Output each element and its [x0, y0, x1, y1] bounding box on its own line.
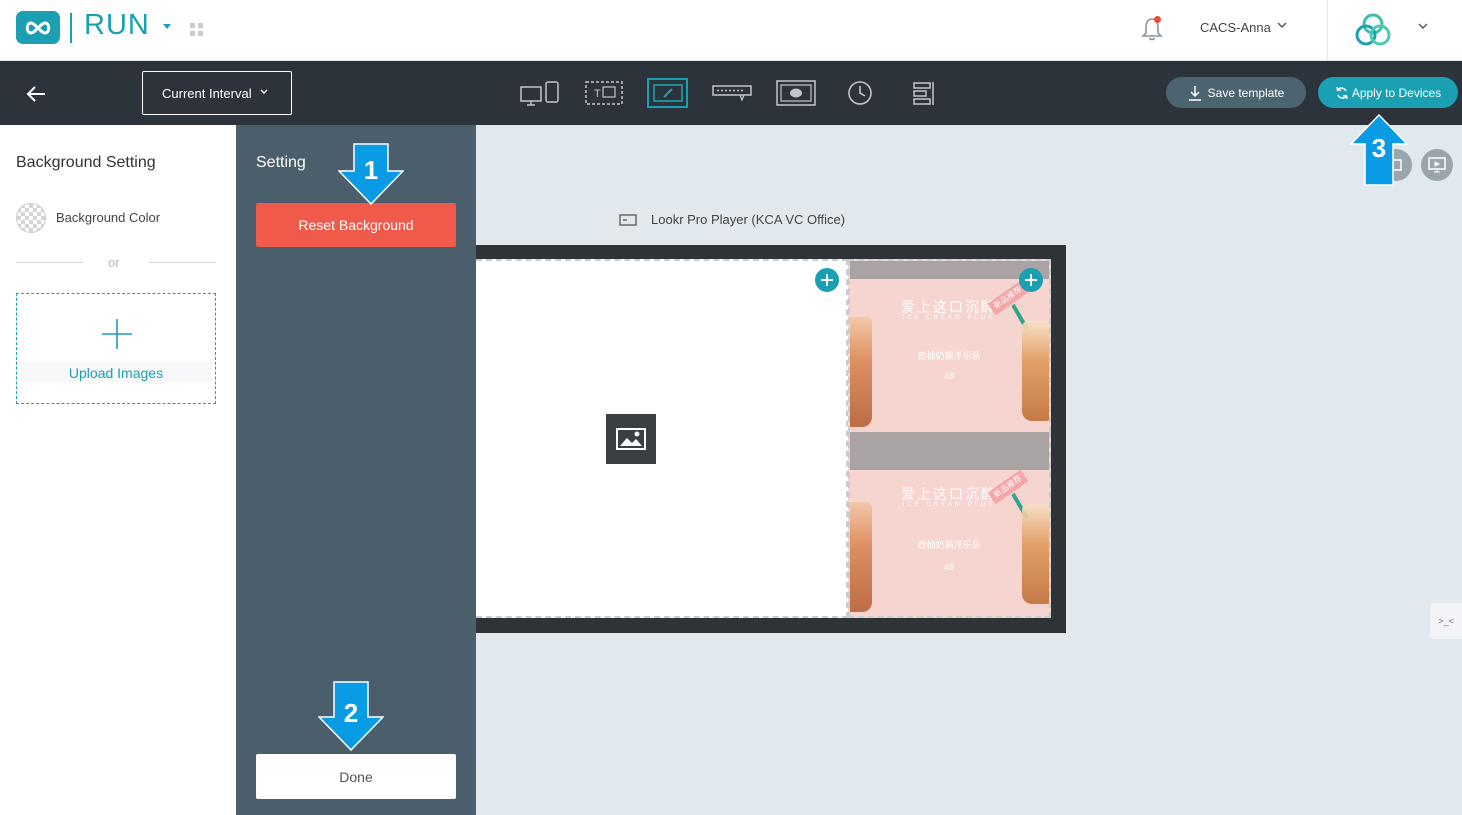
save-template-button[interactable]: Save template	[1166, 77, 1306, 108]
plus-icon	[1025, 274, 1037, 286]
background-edit-icon[interactable]	[647, 78, 688, 108]
divider-right	[149, 262, 216, 263]
chevron-down-icon	[260, 89, 268, 94]
marquee-icon[interactable]	[711, 78, 752, 108]
background-color-swatch[interactable]	[16, 203, 46, 233]
setting-title: Setting	[256, 154, 306, 171]
upload-images-label[interactable]: Upload Images	[20, 362, 212, 382]
drink-image-left	[850, 317, 872, 427]
background-color-label[interactable]: Background Color	[56, 210, 160, 225]
step-1-label: 1	[364, 155, 378, 185]
brand-chevron-down-icon[interactable]	[1417, 20, 1429, 32]
or-separator: or	[108, 255, 120, 270]
promo-subtitle: ICE CREAM PLUS	[902, 315, 996, 321]
brand-logo-icon[interactable]	[1352, 10, 1394, 50]
promo-product-name: 西柚奶霸浮乐朵	[917, 351, 981, 361]
user-chevron-down-icon[interactable]	[1276, 19, 1288, 31]
apps-grid-icon[interactable]	[190, 23, 203, 36]
interval-dropdown[interactable]: Current Interval	[142, 71, 292, 115]
step-1-arrow-icon: 1	[338, 143, 404, 205]
plus-icon	[821, 274, 833, 286]
infinity-logo-icon[interactable]	[16, 11, 60, 44]
player-device-icon	[619, 214, 637, 226]
align-icon[interactable]	[910, 78, 936, 108]
step-2-arrow-icon: 2	[318, 681, 384, 751]
promo-title: 爱上这口沉醉	[901, 299, 997, 315]
promo-subtitle: ICE CREAM PLUS	[902, 502, 996, 508]
drink-image-right	[1022, 504, 1049, 604]
media-zone-bottom[interactable]: 爱上这口沉醉 ICE CREAM PLUS 西柚奶霸浮乐朵 48 新品推荐	[848, 432, 1051, 618]
done-button[interactable]: Done	[256, 754, 456, 799]
step-3-arrow-icon: 3	[1350, 114, 1408, 186]
save-template-label: Save template	[1207, 85, 1285, 100]
background-zone[interactable]	[476, 259, 848, 618]
plus-icon	[102, 319, 132, 349]
zone-header-band	[850, 432, 1049, 470]
player-name: Lookr Pro Player (KCA VC Office)	[651, 212, 846, 227]
image-placeholder-icon	[606, 414, 656, 464]
text-template-icon[interactable]: T	[584, 78, 624, 108]
reset-background-button[interactable]: Reset Background	[256, 203, 456, 247]
promo-price: 48	[943, 562, 954, 572]
username[interactable]: CACS-Anna	[1200, 20, 1271, 35]
app-name[interactable]: RUN	[84, 9, 150, 42]
sync-icon	[1336, 86, 1348, 99]
apply-to-devices-label: Apply to Devices	[1351, 85, 1442, 100]
chevron-down-icon[interactable]	[163, 24, 171, 29]
notification-badge	[1154, 16, 1161, 23]
promo-tag: 新品推荐	[987, 469, 1029, 505]
divider-left	[16, 262, 83, 263]
panel-title: Background Setting	[16, 154, 156, 171]
drink-image-right	[1022, 321, 1049, 421]
logo-separator	[70, 13, 72, 43]
header-divider	[1327, 0, 1328, 61]
feedback-tab[interactable]: >_<	[1430, 603, 1462, 639]
step-2-label: 2	[344, 698, 358, 728]
media-frame-icon[interactable]	[776, 78, 816, 108]
back-arrow-icon[interactable]	[24, 82, 48, 106]
screen-layout-icon[interactable]	[520, 78, 560, 108]
download-icon	[1188, 85, 1201, 101]
step-3-label: 3	[1372, 133, 1386, 163]
svg-text:T: T	[594, 88, 601, 100]
preview-screen-icon[interactable]	[1421, 149, 1453, 181]
clock-icon[interactable]	[846, 78, 874, 108]
drink-image-left	[850, 502, 872, 612]
promo-product-name: 西柚奶霸浮乐朵	[917, 540, 981, 550]
promo-price: 48	[943, 371, 954, 381]
add-zone-button[interactable]	[1019, 268, 1043, 292]
apply-to-devices-button[interactable]: Apply to Devices	[1318, 77, 1458, 108]
interval-label: Current Interval	[162, 85, 252, 101]
add-zone-button[interactable]	[815, 268, 839, 292]
